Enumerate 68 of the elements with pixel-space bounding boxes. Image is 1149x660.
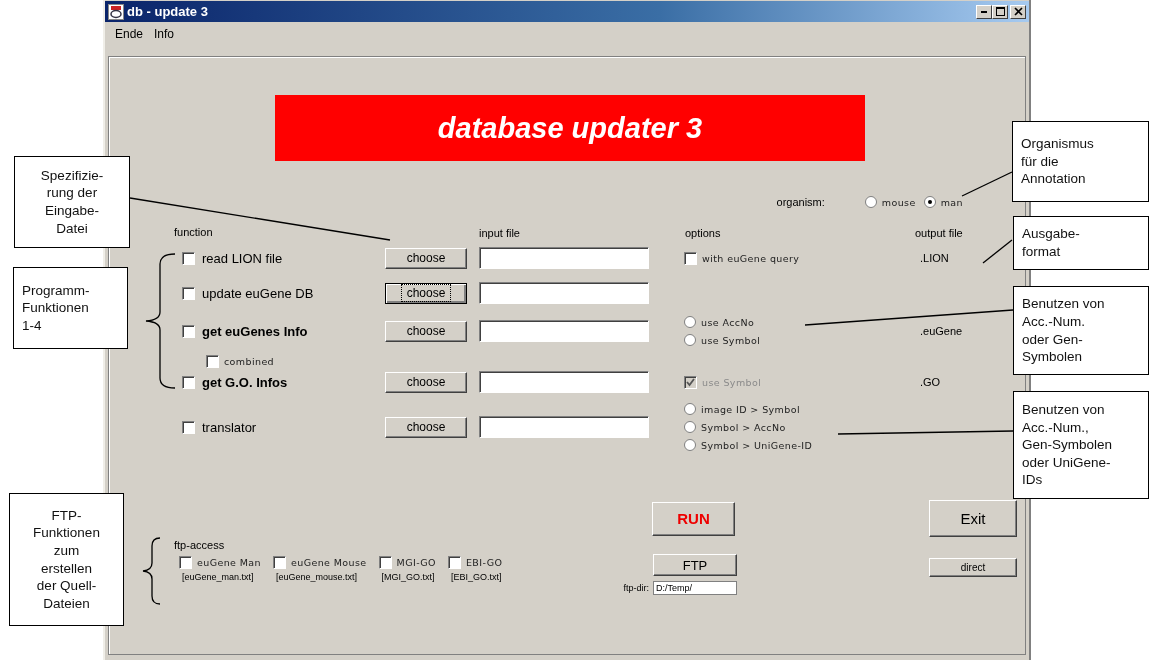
ftp-button[interactable]: FTP (653, 554, 737, 576)
annotation-callout: Organismus für die Annotation (1012, 121, 1149, 202)
minimize-button[interactable] (976, 4, 992, 19)
source-checkbox[interactable]: MGI-GO (378, 556, 436, 569)
check-icon (686, 377, 695, 387)
close-button[interactable] (1010, 4, 1026, 19)
source-checkbox[interactable]: EBI-GO (447, 556, 503, 569)
source-filename: [EBI_GO.txt] (449, 572, 503, 582)
choose-button[interactable]: choose (385, 320, 467, 342)
organism-radio[interactable]: man (923, 196, 963, 208)
menu-item[interactable]: Ende (115, 27, 144, 42)
ftp-dir-label: ftp-dir: (622, 583, 649, 593)
annotation-callout: Benutzen von Acc.-Num., Gen-Symbolen oder UniGene- IDs (1013, 391, 1149, 499)
choose-button[interactable]: choose (385, 416, 467, 438)
choose-button[interactable]: choose (385, 247, 467, 269)
input-file-field[interactable] (479, 371, 649, 393)
output-extension: .euGene (919, 325, 963, 337)
exit-button[interactable]: Exit (929, 500, 1017, 537)
input-file-field[interactable] (479, 247, 649, 269)
annotation-callout: Benutzen von Acc.-Num. oder Gen- Symbolen (1013, 286, 1149, 375)
input-file-field[interactable] (479, 416, 649, 438)
close-icon (1013, 7, 1023, 16)
option-radio[interactable]: Symbol > UniGene-ID (684, 439, 813, 451)
function-checkbox[interactable]: translator (174, 419, 257, 435)
minimize-icon (981, 10, 987, 13)
annotation-callout: Programm- Funktionen 1-4 (13, 267, 128, 349)
ftp-dir-field[interactable]: D:/Temp/ (653, 581, 737, 595)
ftp-access-label: ftp-access (174, 539, 226, 551)
output-extension: .LION (919, 252, 949, 264)
input-file-field[interactable] (479, 282, 649, 304)
curly-brace (142, 537, 161, 605)
function-checkbox[interactable]: get euGenes Info (174, 323, 308, 339)
function-checkbox[interactable]: get G.O. Infos (174, 374, 288, 390)
function-checkbox[interactable]: update euGene DB (174, 285, 314, 301)
column-header: input file (479, 227, 520, 239)
option-radio[interactable]: use AccNo (684, 316, 755, 328)
source-filename: [euGene_man.txt] (181, 572, 255, 582)
maximize-icon (995, 7, 1005, 16)
annotation-callout: Ausgabe- format (1013, 216, 1149, 270)
choose-button[interactable]: choose (385, 282, 467, 304)
combined-checkbox[interactable]: combined (206, 354, 275, 368)
maximize-button[interactable] (992, 4, 1008, 19)
annotation-callout: Spezifizie- rung der Eingabe- Datei (14, 156, 130, 248)
menu-item[interactable]: Info (154, 27, 175, 42)
output-extension: .GO (919, 376, 941, 388)
source-filename: [euGene_mouse.txt] (275, 572, 359, 582)
annotation-callout: FTP- Funktionen zum erstellen der Quell- Dateien (9, 493, 124, 626)
option-radio[interactable]: use Symbol (684, 334, 761, 346)
banner-title: database updater 3 (437, 111, 703, 145)
source-checkbox[interactable]: euGene Mouse (273, 556, 367, 569)
app-icon (108, 3, 124, 20)
input-file-field[interactable] (479, 320, 649, 342)
leader-line (982, 239, 1013, 264)
function-checkbox[interactable]: read LION file (174, 250, 283, 266)
leader-line (961, 171, 1013, 197)
source-filename: [MGI_GO.txt] (380, 572, 436, 582)
choose-button[interactable]: choose (385, 371, 467, 393)
direct-button[interactable]: direct (929, 558, 1017, 577)
window-title: db - update 3 (127, 4, 208, 19)
column-header: function (174, 226, 213, 238)
option-radio[interactable]: Symbol > AccNo (684, 421, 786, 433)
column-header: options (685, 227, 721, 239)
source-checkbox[interactable]: euGene Man (179, 556, 261, 569)
option-radio[interactable]: image ID > Symbol (684, 403, 800, 415)
option-checkbox[interactable]: with euGene query (684, 251, 800, 265)
column-header: output file (915, 227, 963, 239)
organism-label: organism: (776, 196, 825, 208)
organism-radio[interactable]: mouse (864, 196, 916, 208)
